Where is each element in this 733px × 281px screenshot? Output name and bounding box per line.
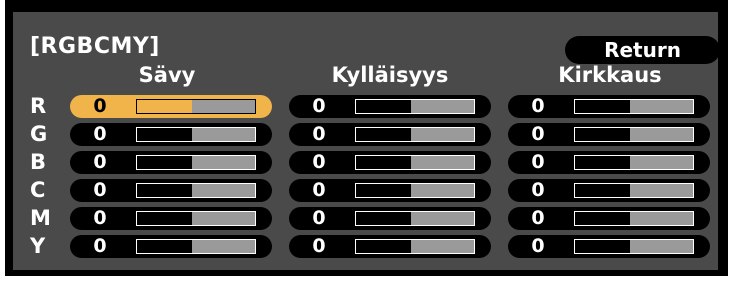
slider-track[interactable] bbox=[355, 127, 475, 142]
slider-b-kyllaisyys[interactable]: 0 bbox=[289, 151, 491, 174]
slider-c-kyllaisyys[interactable]: 0 bbox=[289, 179, 491, 202]
slider-fill bbox=[575, 100, 630, 113]
slider-r-savy[interactable]: 0 bbox=[70, 95, 272, 118]
panel-title: [RGBCMY] bbox=[30, 34, 160, 59]
slider-fill bbox=[575, 212, 630, 225]
slider-fill bbox=[137, 128, 192, 141]
slider-y-kyllaisyys[interactable]: 0 bbox=[289, 235, 491, 258]
slider-value: 0 bbox=[531, 235, 545, 257]
slider-c-savy[interactable]: 0 bbox=[70, 179, 272, 202]
slider-fill bbox=[575, 184, 630, 197]
slider-fill bbox=[356, 212, 411, 225]
row-label-r: R bbox=[30, 94, 47, 118]
slider-track[interactable] bbox=[355, 211, 475, 226]
return-button[interactable]: Return bbox=[565, 36, 720, 64]
row-label-b: B bbox=[30, 150, 47, 174]
slider-r-kyllaisyys[interactable]: 0 bbox=[289, 95, 491, 118]
slider-value: 0 bbox=[93, 123, 107, 145]
slider-value: 0 bbox=[312, 207, 326, 229]
slider-value: 0 bbox=[531, 95, 545, 117]
slider-m-kirkkaus[interactable]: 0 bbox=[508, 207, 710, 230]
slider-fill bbox=[575, 128, 630, 141]
slider-g-savy[interactable]: 0 bbox=[70, 123, 272, 146]
slider-y-kirkkaus[interactable]: 0 bbox=[508, 235, 710, 258]
slider-value: 0 bbox=[531, 123, 545, 145]
slider-value: 0 bbox=[93, 207, 107, 229]
slider-value: 0 bbox=[312, 151, 326, 173]
slider-g-kyllaisyys[interactable]: 0 bbox=[289, 123, 491, 146]
slider-track[interactable] bbox=[355, 183, 475, 198]
slider-value: 0 bbox=[312, 95, 326, 117]
row-label-y: Y bbox=[30, 234, 46, 258]
slider-fill bbox=[356, 100, 411, 113]
slider-value: 0 bbox=[93, 235, 107, 257]
slider-fill bbox=[356, 184, 411, 197]
slider-b-kirkkaus[interactable]: 0 bbox=[508, 151, 710, 174]
slider-value: 0 bbox=[531, 151, 545, 173]
slider-fill bbox=[356, 156, 411, 169]
slider-r-kirkkaus[interactable]: 0 bbox=[508, 95, 710, 118]
slider-y-savy[interactable]: 0 bbox=[70, 235, 272, 258]
slider-track[interactable] bbox=[574, 239, 694, 254]
row-label-c: C bbox=[30, 178, 46, 202]
slider-track[interactable] bbox=[355, 155, 475, 170]
slider-fill bbox=[137, 100, 192, 113]
slider-fill bbox=[356, 128, 411, 141]
slider-track[interactable] bbox=[136, 211, 256, 226]
slider-track[interactable] bbox=[355, 239, 475, 254]
slider-fill bbox=[137, 184, 192, 197]
slider-fill bbox=[137, 212, 192, 225]
slider-track[interactable] bbox=[574, 211, 694, 226]
slider-track[interactable] bbox=[136, 99, 256, 114]
slider-track[interactable] bbox=[574, 155, 694, 170]
slider-value: 0 bbox=[531, 179, 545, 201]
slider-m-savy[interactable]: 0 bbox=[70, 207, 272, 230]
slider-track[interactable] bbox=[574, 99, 694, 114]
slider-m-kyllaisyys[interactable]: 0 bbox=[289, 207, 491, 230]
slider-fill bbox=[137, 240, 192, 253]
slider-track[interactable] bbox=[574, 183, 694, 198]
slider-fill bbox=[575, 156, 630, 169]
slider-track[interactable] bbox=[136, 239, 256, 254]
slider-fill bbox=[575, 240, 630, 253]
slider-g-kirkkaus[interactable]: 0 bbox=[508, 123, 710, 146]
column-header-kirkkaus: Kirkkaus bbox=[558, 63, 662, 87]
slider-track[interactable] bbox=[136, 155, 256, 170]
row-label-m: M bbox=[30, 206, 51, 230]
slider-fill bbox=[356, 240, 411, 253]
slider-value: 0 bbox=[93, 95, 107, 117]
column-header-kyllaisyys: Kylläisyys bbox=[331, 63, 449, 87]
slider-b-savy[interactable]: 0 bbox=[70, 151, 272, 174]
slider-track[interactable] bbox=[355, 99, 475, 114]
slider-track[interactable] bbox=[136, 183, 256, 198]
slider-c-kirkkaus[interactable]: 0 bbox=[508, 179, 710, 202]
slider-track[interactable] bbox=[136, 127, 256, 142]
slider-fill bbox=[137, 156, 192, 169]
row-label-g: G bbox=[30, 122, 48, 146]
slider-value: 0 bbox=[312, 235, 326, 257]
slider-value: 0 bbox=[531, 207, 545, 229]
slider-value: 0 bbox=[93, 179, 107, 201]
slider-value: 0 bbox=[93, 151, 107, 173]
slider-track[interactable] bbox=[574, 127, 694, 142]
slider-value: 0 bbox=[312, 179, 326, 201]
slider-value: 0 bbox=[312, 123, 326, 145]
column-header-savy: Sävy bbox=[138, 63, 196, 87]
